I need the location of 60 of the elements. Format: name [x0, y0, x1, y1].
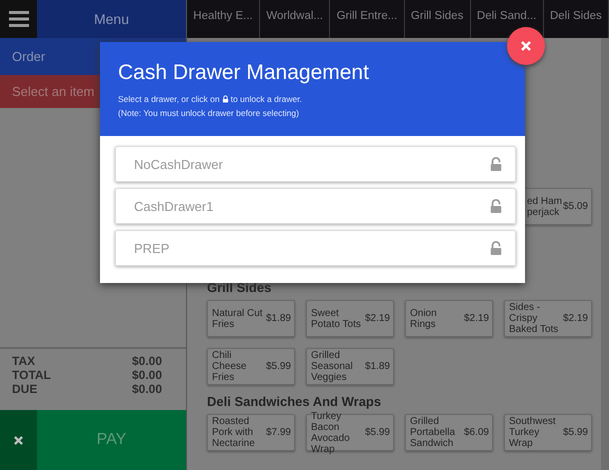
item-name: Roasted Pork with Nectarine — [212, 416, 256, 449]
item-price: $2.19 — [464, 313, 489, 324]
total-value: $0.00 — [132, 368, 162, 382]
item-price: $5.09 — [562, 201, 588, 212]
drawer-name: NoCashDrawer — [134, 156, 223, 172]
item-price: $5.99 — [562, 427, 588, 438]
item-name: Onion Rings — [410, 308, 438, 330]
category-tab[interactable]: Deli Sand... — [476, 10, 536, 22]
note-text: (Note: You must unlock drawer before selecting) — [118, 107, 300, 120]
item-price: $1.89 — [364, 361, 390, 372]
total-label: TOTAL — [12, 368, 51, 382]
menu-item-card[interactable]: Chili Cheese Fries $5.99 — [207, 348, 295, 385]
item-price: $2.19 — [562, 313, 588, 324]
menu-item-card[interactable]: Onion Rings $2.19 — [405, 300, 493, 337]
item-name: ed Ham — [527, 196, 562, 206]
scrollbar[interactable] — [601, 38, 609, 470]
item-price: $6.09 — [464, 427, 489, 438]
menu-item-card[interactable]: Roasted Pork with Nectarine $7.99 — [207, 414, 295, 451]
drawer-row[interactable]: NoCashDrawer — [115, 146, 516, 182]
category-tab[interactable]: Deli Sides — [550, 10, 602, 22]
lock-icon — [222, 95, 229, 103]
close-icon — [14, 436, 23, 444]
hint-text: to unlock a drawer. — [230, 93, 302, 106]
unlocked-lock-icon[interactable] — [489, 198, 503, 214]
item-name: Southwest Turkey Wrap — [509, 416, 557, 449]
category-tab[interactable]: Healthy E... — [193, 10, 253, 22]
category-tab[interactable]: Grill Sides — [410, 10, 464, 22]
menu-icon[interactable] — [9, 11, 29, 27]
section-heading: Grill Sides — [207, 280, 272, 295]
section-heading: Deli Sandwiches And Wraps — [207, 394, 382, 409]
category-tab[interactable]: Worldwal... — [266, 10, 324, 22]
item-price: $2.19 — [364, 313, 390, 324]
drawer-row[interactable]: CashDrawer1 — [115, 188, 516, 224]
item-price: $5.99 — [266, 361, 291, 372]
total-label: TAX — [12, 354, 36, 368]
unlocked-lock-icon[interactable] — [489, 156, 503, 172]
item-name: Grilled Seasonal Veggies — [311, 350, 354, 383]
menu-item-card[interactable]: Grilled Portabella Sandwich $6.09 — [405, 414, 493, 451]
item-price: $1.89 — [266, 313, 291, 324]
item-price: $7.99 — [266, 427, 291, 438]
item-name: Natural Cut Fries — [212, 308, 264, 330]
menu-item-card[interactable]: Sides - Crispy Baked Tots $2.19 — [504, 300, 592, 337]
item-name: perjack — [527, 206, 560, 218]
unlocked-lock-icon[interactable] — [489, 240, 503, 256]
drawer-row[interactable]: PREP — [115, 230, 516, 266]
total-value: $0.00 — [132, 382, 162, 396]
close-icon — [521, 41, 531, 51]
menu-item-card[interactable]: Southwest Turkey Wrap $5.99 — [504, 414, 592, 451]
item-name: Grilled Portabella Sandwich — [410, 416, 456, 449]
item-price: $5.99 — [364, 427, 390, 438]
drawer-name: CashDrawer1 — [134, 198, 214, 214]
cancel-button[interactable] — [0, 410, 37, 470]
total-label: DUE — [12, 382, 38, 396]
item-name: Sweet Potato Tots — [311, 308, 362, 330]
drawer-name: PREP — [134, 240, 170, 256]
item-name: Sides - Crispy Baked Tots — [509, 302, 560, 335]
menu-item-card[interactable]: Grilled Seasonal Veggies $1.89 — [306, 348, 394, 385]
category-tab[interactable]: Grill Entre... — [336, 10, 398, 22]
item-name: Chili Cheese Fries — [212, 350, 248, 383]
total-value: $0.00 — [132, 354, 162, 368]
